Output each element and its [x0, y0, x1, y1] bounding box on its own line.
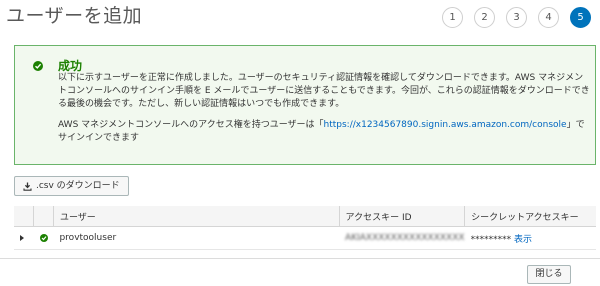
- close-button[interactable]: 閉じる: [527, 265, 571, 284]
- wizard-step-5[interactable]: 5: [570, 7, 591, 28]
- status-cell: [33, 226, 54, 250]
- console-signin-paragraph: AWS マネジメントコンソールへのアクセス権を持つユーザーは「https://x…: [58, 119, 590, 145]
- success-message: 以下に示すユーザーを正常に作成しました。ユーザーのセキュリティ認証情報を確認して…: [58, 72, 590, 145]
- download-csv-label: .csv のダウンロード: [36, 181, 120, 191]
- check-circle-icon: [39, 233, 48, 242]
- success-paragraph: 以下に示すユーザーを正常に作成しました。ユーザーのセキュリティ認証情報を確認して…: [58, 73, 590, 109]
- footer-divider: [0, 258, 600, 259]
- wizard-step-1[interactable]: 1: [442, 7, 463, 28]
- console-signin-link[interactable]: https://x1234567890.signin.aws.amazon.co…: [324, 120, 567, 130]
- check-circle-icon: [33, 61, 43, 71]
- column-header-access-key-id[interactable]: アクセスキー ID: [338, 206, 465, 227]
- column-header-status: [33, 206, 54, 227]
- access-key-id-cell: AKIAXXXXXXXXXXXXXXXX: [339, 226, 465, 250]
- page-title: ユーザーを追加: [6, 5, 143, 27]
- download-csv-button[interactable]: .csv のダウンロード: [14, 176, 129, 196]
- column-header-secret-access-key[interactable]: シークレットアクセスキー: [464, 206, 596, 227]
- users-table: ユーザー アクセスキー ID シークレットアクセスキー provtooluser…: [14, 206, 596, 250]
- caret-right-icon[interactable]: [20, 234, 24, 241]
- table-header-row: ユーザー アクセスキー ID シークレットアクセスキー: [14, 206, 596, 227]
- column-header-user[interactable]: ユーザー: [52, 206, 340, 227]
- wizard-step-4[interactable]: 4: [538, 7, 559, 28]
- show-secret-link[interactable]: 表示: [514, 235, 532, 245]
- secret-masked-value: *********: [470, 234, 512, 245]
- secret-access-key-cell: ********* 表示: [464, 226, 596, 250]
- wizard-step-3[interactable]: 3: [506, 7, 527, 28]
- column-header-expand: [14, 206, 34, 227]
- wizard-steps: 1 2 3 4 5: [442, 7, 591, 28]
- success-alert: 成功 以下に示すユーザーを正常に作成しました。ユーザーのセキュリティ認証情報を確…: [14, 45, 596, 165]
- table-row: provtooluser AKIAXXXXXXXXXXXXXXXX ******…: [14, 226, 596, 250]
- expand-cell: [14, 226, 34, 250]
- signin-text-prefix: AWS マネジメントコンソールへのアクセス権を持つユーザーは「: [58, 120, 324, 130]
- user-name-cell: provtooluser: [53, 226, 340, 250]
- wizard-step-2[interactable]: 2: [474, 7, 495, 28]
- download-icon: [23, 182, 32, 191]
